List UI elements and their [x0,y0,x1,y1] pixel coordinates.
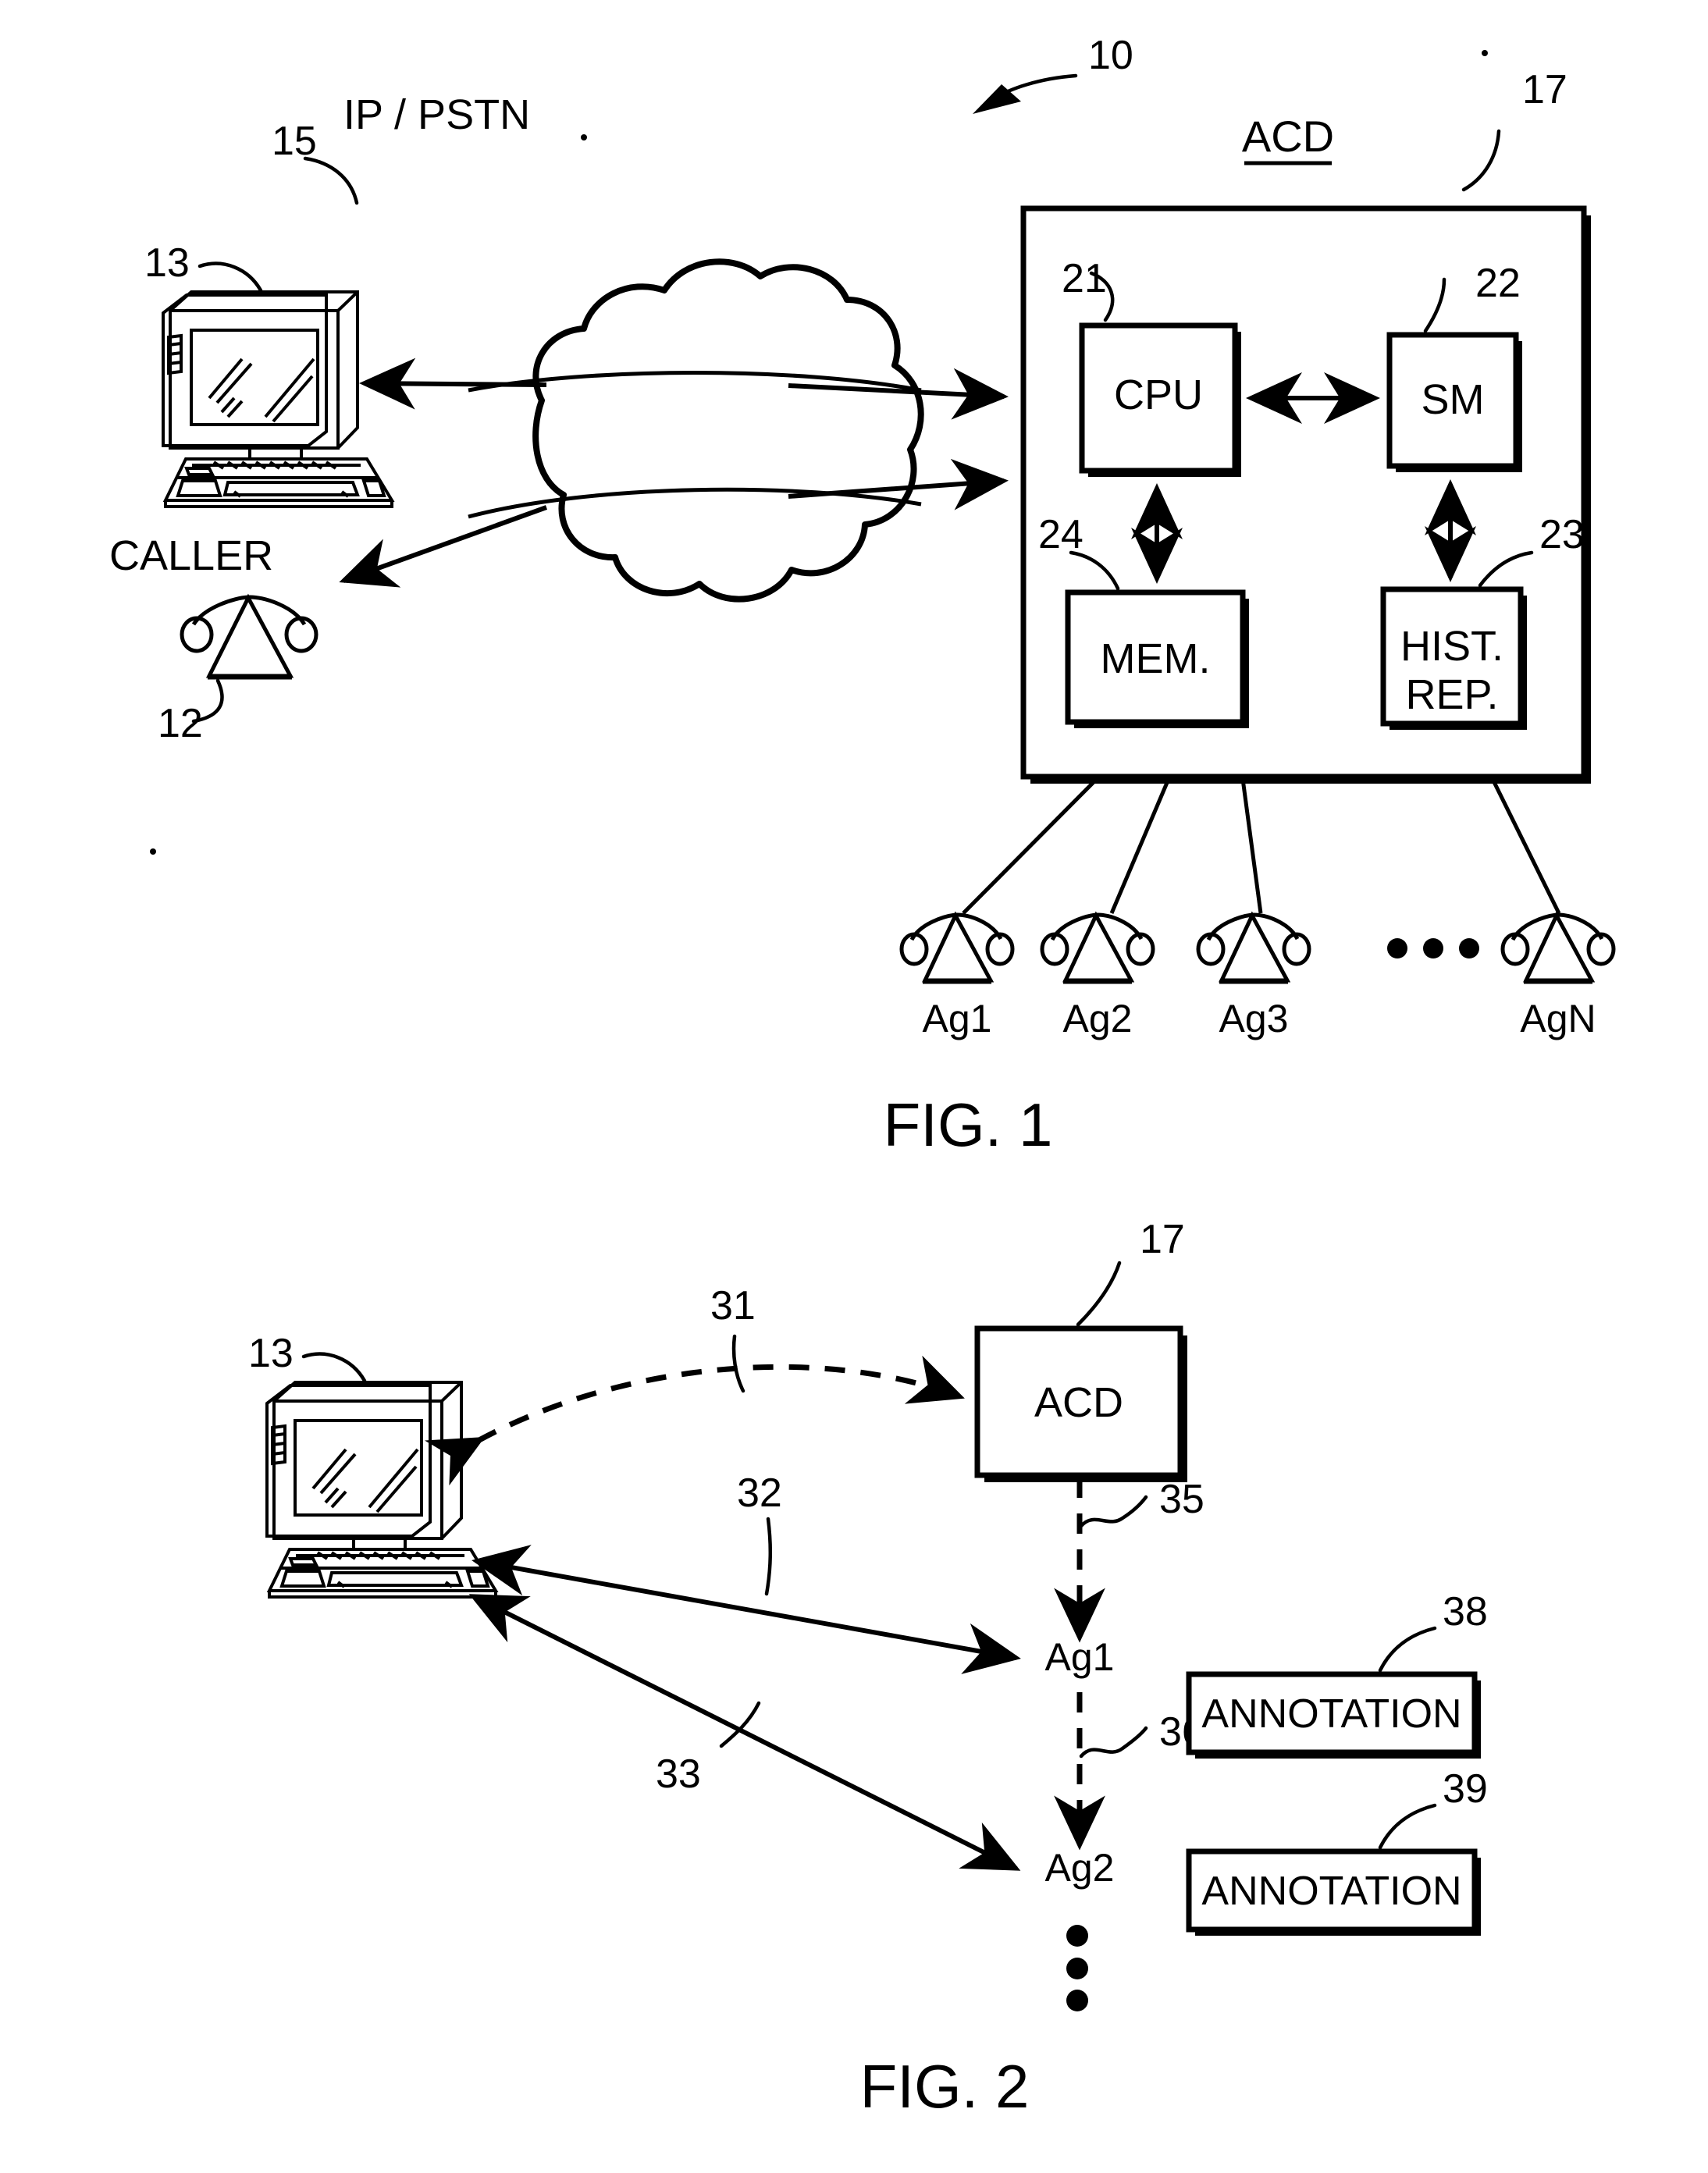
agent-3-icon [1196,911,1311,984]
agent-vertical-ellipsis [1066,1925,1088,2011]
agent-ellipsis [1387,938,1479,958]
ref-10-system: 10 [1088,33,1133,78]
ref-35-flow: 35 [1159,1477,1204,1522]
figure-1-group: 13 CALLER 12 IP / PSTN 15 17 ACD 21 CPU … [109,33,1616,1159]
agent-label-n: AgN [1520,997,1596,1040]
acd-label-fig2: ACD [1034,1379,1123,1426]
flow-36-dashed [1054,1692,1148,1851]
flow-31-dashed [425,1334,965,1486]
system-ref-10-leader [973,73,1078,114]
ref-24-fig1: 24 [1038,512,1084,557]
ref-17-fig2: 17 [1140,1217,1185,1262]
sm-label: SM [1422,376,1485,423]
agent-label-1: Ag1 [923,997,992,1040]
terminal-13-icon [162,261,395,508]
agent-label-2: Ag2 [1063,997,1133,1040]
agent-label-3: Ag3 [1219,997,1289,1040]
arrow-network-to-terminal [359,357,547,410]
ref-39-annotation: 39 [1443,1766,1488,1812]
agent-label-fig2-1: Ag1 [1045,1635,1115,1679]
caller-label: CALLER [109,532,273,579]
drawing-canvas: 13 CALLER 12 IP / PSTN 15 17 ACD 21 CPU … [109,33,1616,2121]
ref-38-annotation: 38 [1443,1589,1488,1634]
cpu-label: CPU [1114,372,1203,418]
mem-label: MEM. [1101,635,1211,682]
ref-17-fig1: 17 [1522,67,1567,112]
ref-15-fig1: 15 [272,119,317,164]
network-label: IP / PSTN [343,91,530,138]
ref-21-fig1: 21 [1062,256,1107,301]
annotation-label-38: ANNOTATION [1201,1691,1461,1737]
acd-title-fig1: ACD [1242,112,1334,161]
ref-12-fig1: 12 [158,701,203,746]
hist-rep-label-line1: HIST. [1400,623,1503,670]
annotation-label-39: ANNOTATION [1201,1869,1461,1914]
ref-33-flow: 33 [656,1752,701,1797]
hist-rep-label-line2: REP. [1405,671,1498,718]
figure-2-group: 13 17 ACD 31 35 Ag1 36 Ag2 32 33 ANNOTAT… [248,1217,1488,2121]
arrow-network-to-caller [339,505,548,588]
agent-2-icon [1040,911,1155,984]
patent-drawing-page: 13 CALLER 12 IP / PSTN 15 17 ACD 21 CPU … [0,0,1708,2173]
ref-13-fig2: 13 [248,1331,294,1376]
ref-13-fig1: 13 [144,240,190,286]
ref-31-flow: 31 [710,1283,756,1328]
figure-2-caption: FIG. 2 [860,2052,1030,2121]
ref-23-fig1: 23 [1539,512,1585,557]
flow-35-dashed [1054,1478,1148,1643]
agent-n-icon [1500,911,1616,984]
acd-agent-trunk-lines [962,777,1561,915]
figure-1-caption: FIG. 1 [884,1090,1053,1159]
terminal-13-icon-fig2 [265,1352,499,1599]
flow-33-solid [468,1594,1021,1871]
ref-32-flow: 32 [737,1471,782,1516]
acd-box-17-fig2 [974,1261,1187,1482]
network-cloud-15 [303,156,924,603]
agent-1-icon [899,911,1015,984]
agent-label-fig2-2: Ag2 [1045,1846,1115,1890]
ref-22-fig1: 22 [1475,261,1521,306]
